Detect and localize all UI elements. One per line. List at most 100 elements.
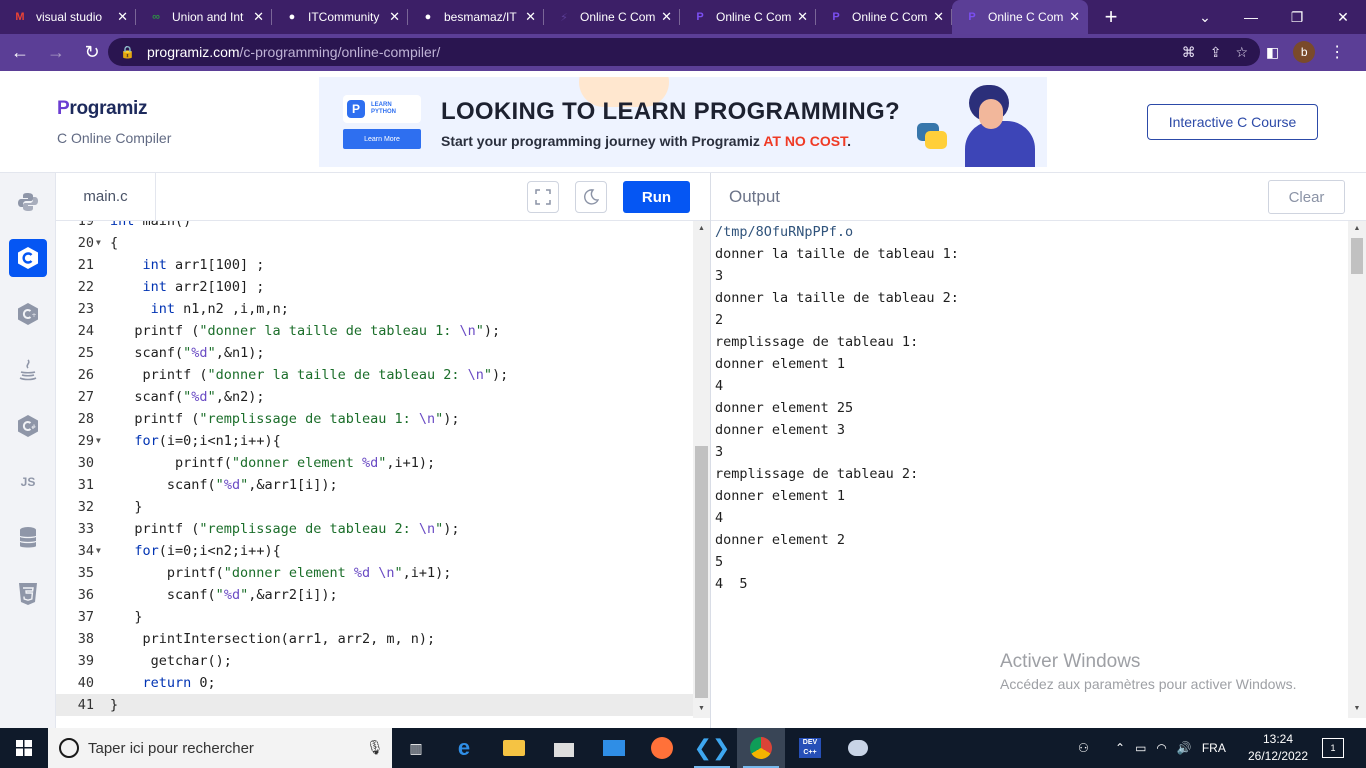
input-language[interactable]: FRA (1202, 741, 1226, 755)
code-line[interactable]: 21 int arr1[100] ; (56, 254, 693, 276)
browser-tab[interactable]: ∞ Union and Int ✕ (136, 0, 272, 34)
code-line[interactable]: 22 int arr2[100] ; (56, 276, 693, 298)
share-icon[interactable]: ⇪ (1210, 44, 1222, 61)
notifications-button[interactable]: 1 (1322, 738, 1344, 758)
javascript-icon[interactable]: JS (9, 463, 47, 501)
wifi-icon[interactable]: ◠ (1156, 741, 1166, 755)
devcpp-icon[interactable]: DEV C++ (786, 728, 834, 768)
code-line[interactable]: 29 ▼ for(i=0;i<n1;i++){ (56, 430, 693, 452)
volume-icon[interactable]: 🔊 (1177, 741, 1192, 755)
csharp-icon[interactable]: # (9, 407, 47, 445)
back-button[interactable]: ← (4, 37, 36, 69)
browser-tab[interactable]: ● ITCommunity ✕ (272, 0, 408, 34)
close-icon[interactable]: ✕ (933, 9, 944, 25)
code-line[interactable]: 28 printf ("remplissage de tableau 1: \n… (56, 408, 693, 430)
fold-arrow-icon[interactable]: ▼ (96, 430, 101, 452)
close-icon[interactable]: ✕ (253, 9, 264, 25)
code-line[interactable]: 36 scanf("%d",&arr2[i]); (56, 584, 693, 606)
browser-tab[interactable]: P Online C Com ✕ (816, 0, 952, 34)
dark-mode-button[interactable] (575, 181, 607, 213)
code-line[interactable]: 23 int n1,n2 ,i,m,n; (56, 298, 693, 320)
code-line[interactable]: 31 scanf("%d",&arr1[i]); (56, 474, 693, 496)
taskbar-clock[interactable]: 13:24 26/12/2022 (1240, 731, 1316, 765)
fold-arrow-icon[interactable]: ▼ (96, 232, 101, 254)
file-explorer-icon[interactable] (490, 728, 538, 768)
paint-icon[interactable] (834, 728, 882, 768)
close-icon[interactable]: ✕ (661, 9, 672, 25)
code-line[interactable]: 41} (56, 694, 693, 716)
code-line[interactable]: 20 ▼ { (56, 232, 693, 254)
java-icon[interactable] (9, 351, 47, 389)
code-line[interactable]: 32 } (56, 496, 693, 518)
scroll-down-arrow[interactable]: ▼ (1348, 705, 1366, 712)
clear-button[interactable]: Clear (1268, 180, 1345, 214)
minimize-button[interactable]: — (1228, 0, 1274, 34)
output-scrollbar[interactable]: ▲ ▼ (1348, 221, 1366, 718)
fullscreen-button[interactable] (527, 181, 559, 213)
profile-avatar[interactable]: b (1293, 41, 1316, 63)
fold-arrow-icon[interactable]: ▼ (96, 540, 101, 562)
code-line[interactable]: 38 printIntersection(arr1, arr2, m, n); (56, 628, 693, 650)
forward-button[interactable]: → (40, 37, 72, 69)
edge-icon[interactable]: e (440, 728, 488, 768)
code-line[interactable]: 27 scanf("%d",&n2); (56, 386, 693, 408)
close-icon[interactable]: ✕ (1069, 9, 1080, 25)
new-tab-button[interactable]: + (1094, 0, 1128, 34)
browser-tab[interactable]: P Online C Com ✕ (952, 0, 1088, 34)
close-icon[interactable]: ✕ (117, 9, 128, 25)
code-line[interactable]: 39 getchar(); (56, 650, 693, 672)
microphone-icon[interactable]: 🎙 (366, 739, 384, 756)
url-input[interactable]: 🔒 programiz.com/c-programming/online-com… (108, 38, 1260, 66)
close-icon[interactable]: ✕ (525, 9, 536, 25)
store-icon[interactable] (540, 728, 588, 768)
code-line[interactable]: 37 } (56, 606, 693, 628)
editor-horizontal-scrollbar[interactable] (56, 718, 693, 728)
code-editor[interactable]: 19 int main() 20 ▼{21 int arr1[100] ; 22 int… (56, 221, 710, 728)
browser-tab[interactable]: Mvisual studio ✕ (0, 0, 136, 34)
menu-kebab-icon[interactable]: ⋮ (1329, 42, 1345, 62)
start-button[interactable] (0, 728, 48, 768)
editor-scrollbar-thumb[interactable] (695, 446, 708, 698)
code-line[interactable]: 30 printf("donner element %d",i+1); (56, 452, 693, 474)
run-button[interactable]: Run (623, 181, 690, 213)
c-icon[interactable] (9, 239, 47, 277)
programiz-logo[interactable]: Programiz (57, 98, 148, 120)
firefox-icon[interactable] (638, 728, 686, 768)
vscode-icon[interactable]: ❮❯ (688, 728, 736, 768)
mail-icon[interactable] (590, 728, 638, 768)
maximize-button[interactable]: ❐ (1274, 0, 1320, 34)
code-line[interactable]: 26 printf ("donner la taille de tableau … (56, 364, 693, 386)
task-view-icon[interactable]: ▥ (392, 728, 440, 768)
people-icon[interactable]: ⚇ (1078, 728, 1089, 768)
close-window-button[interactable]: ✕ (1320, 0, 1366, 34)
show-hidden-icons-chevron-icon[interactable]: ⌃ (1115, 741, 1125, 755)
close-icon[interactable]: ✕ (797, 9, 808, 25)
interactive-c-course-button[interactable]: Interactive C Course (1147, 104, 1318, 140)
code-line[interactable]: 35 printf("donner element %d \n",i+1); (56, 562, 693, 584)
code-line[interactable]: 40 return 0; (56, 672, 693, 694)
code-line[interactable]: 24 printf ("donner la taille de tableau … (56, 320, 693, 342)
cpp-icon[interactable]: + (9, 295, 47, 333)
reload-button[interactable]: ↻ (76, 37, 108, 69)
ad-banner[interactable]: P LEARN PYTHON Learn More LOOKING TO LEA… (319, 77, 1047, 167)
chrome-icon[interactable] (737, 728, 785, 768)
side-panel-icon[interactable]: ◧ (1266, 44, 1279, 61)
code-line[interactable]: 34 ▼ for(i=0;i<n2;i++){ (56, 540, 693, 562)
learn-more-button[interactable]: Learn More (343, 129, 421, 149)
scroll-up-arrow[interactable]: ▲ (1348, 225, 1366, 232)
output-scrollbar-thumb[interactable] (1351, 238, 1363, 274)
browser-tab[interactable]: ⚡ Online C Com ✕ (544, 0, 680, 34)
python-icon[interactable] (9, 183, 47, 221)
scroll-up-arrow[interactable]: ▲ (693, 225, 710, 232)
battery-icon[interactable]: ▭ (1135, 741, 1146, 755)
bookmark-star-icon[interactable]: ☆ (1235, 44, 1248, 61)
close-icon[interactable]: ✕ (389, 9, 400, 25)
taskbar-search-input[interactable]: Taper ici pour rechercher 🎙 (48, 728, 392, 768)
code-line[interactable]: 25 scanf("%d",&n1); (56, 342, 693, 364)
file-tab-main-c[interactable]: main.c (56, 173, 156, 220)
code-line[interactable]: 19 int main() (56, 221, 693, 232)
browser-tab[interactable]: P Online C Com ✕ (680, 0, 816, 34)
editor-scrollbar[interactable]: ▲ ▼ (693, 221, 710, 718)
code-line[interactable]: 33 printf ("remplissage de tableau 2: \n… (56, 518, 693, 540)
scroll-down-arrow[interactable]: ▼ (693, 705, 710, 712)
